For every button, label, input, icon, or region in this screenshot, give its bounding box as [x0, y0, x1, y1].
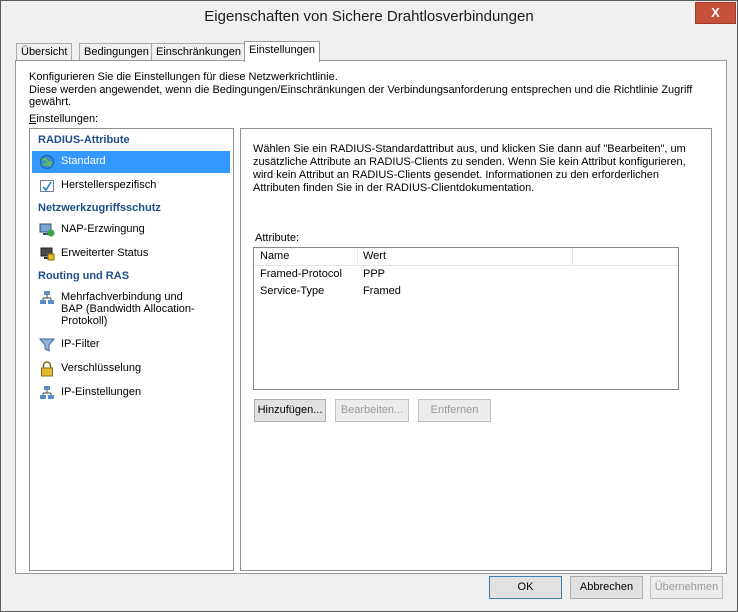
cell-value: Framed — [363, 285, 401, 297]
settings-item-mehrfachverbindung-bap[interactable]: Mehrfachverbindung und BAP (Bandwidth Al… — [32, 287, 230, 333]
group-radius-attribute: RADIUS-Attribute — [38, 134, 130, 146]
settings-item-ip-filter[interactable]: IP-Filter — [32, 334, 230, 356]
status-computer-icon — [39, 246, 55, 262]
cell-value: PPP — [363, 268, 386, 280]
settings-item-label: Herstellerspezifisch — [61, 179, 157, 191]
column-header-name[interactable]: Name — [260, 250, 289, 262]
network-icon — [39, 290, 55, 306]
settings-detail-panel: Wählen Sie ein RADIUS-Standardattribut a… — [240, 128, 712, 571]
filter-icon — [38, 337, 56, 353]
settings-item-erweiterter-status[interactable]: Erweiterter Status — [32, 243, 230, 265]
bap-label-line-2: BAP (Bandwidth Allocation- — [61, 303, 195, 315]
description-line-1: Konfigurieren Sie die Einstellungen für … — [29, 71, 338, 83]
column-header-wert[interactable]: Wert — [363, 250, 386, 262]
tab-einschraenkungen[interactable]: Einschränkungen — [151, 43, 247, 61]
table-row[interactable]: Service-Type Framed — [254, 283, 678, 300]
apply-button[interactable]: Übernehmen — [650, 576, 723, 599]
table-row[interactable]: Framed-Protocol PPP — [254, 266, 678, 283]
remove-button[interactable]: Entfernen — [418, 399, 491, 422]
cell-name: Framed-Protocol — [260, 268, 342, 280]
column-divider[interactable] — [572, 248, 573, 265]
tab-uebersicht[interactable]: Übersicht — [16, 43, 73, 61]
lock-icon — [39, 361, 55, 377]
network-icon — [39, 385, 55, 401]
settings-item-herstellerspezifisch[interactable]: Herstellerspezifisch — [32, 175, 230, 197]
window-title: Eigenschaften von Sichere Drahtlosverbin… — [204, 8, 534, 25]
dialog-window: Eigenschaften von Sichere Drahtlosverbin… — [0, 0, 738, 612]
nap-computer-icon — [39, 222, 55, 238]
settings-item-label: IP-Filter — [61, 338, 100, 350]
description-line-2: Diese werden angewendet, wenn die Beding… — [29, 84, 693, 108]
group-netzwerkzugriffsschutz: Netzwerkzugriffsschutz — [38, 202, 161, 214]
radius-description: Wählen Sie ein RADIUS-Standardattribut a… — [253, 143, 686, 194]
settings-item-nap-erzwingung[interactable]: NAP-Erzwingung — [32, 219, 230, 241]
title-bar[interactable]: Eigenschaften von Sichere Drahtlosverbin… — [1, 1, 737, 35]
attributes-list[interactable]: Name Wert Framed-Protocol PPP Service-Ty… — [253, 247, 679, 390]
cancel-button[interactable]: Abbrechen — [570, 576, 643, 599]
ok-button[interactable]: OK — [489, 576, 562, 599]
bap-label-line-3: Protokoll) — [61, 315, 108, 327]
attributes-label: Attribute: — [255, 232, 300, 244]
settings-item-ip-einstellungen[interactable]: IP-Einstellungen — [32, 382, 230, 404]
settings-label: Einstellungen: — [29, 113, 99, 125]
settings-item-standard[interactable]: Standard — [32, 151, 230, 173]
settings-item-label-multiline: Mehrfachverbindung und BAP (Bandwidth Al… — [61, 291, 195, 327]
tab-einstellungen[interactable]: Einstellungen — [244, 41, 321, 62]
settings-item-label: IP-Einstellungen — [61, 386, 142, 398]
column-divider[interactable] — [357, 248, 358, 265]
settings-item-verschluesselung[interactable]: Verschlüsselung — [32, 358, 230, 380]
settings-item-label: Standard — [61, 155, 106, 167]
settings-label-rest: instellungen: — [36, 113, 99, 125]
globe-icon — [39, 154, 55, 170]
list-header: Name Wert — [254, 248, 678, 266]
bap-label-line-1: Mehrfachverbindung und — [61, 291, 183, 303]
add-button[interactable]: Hinzufügen... — [254, 399, 326, 422]
settings-item-label: NAP-Erzwingung — [61, 223, 145, 235]
settings-item-label: Erweiterter Status — [61, 247, 149, 259]
cell-name: Service-Type — [260, 285, 325, 297]
edit-button[interactable]: Bearbeiten... — [335, 399, 409, 422]
settings-item-label: Verschlüsselung — [61, 362, 142, 374]
tab-bedingungen[interactable]: Bedingungen — [79, 43, 154, 61]
group-routing-und-ras: Routing und RAS — [38, 270, 130, 282]
settings-tree[interactable]: RADIUS-Attribute Standard Herstellerspez… — [29, 128, 234, 571]
tab-page-einstellungen: Konfigurieren Sie die Einstellungen für … — [15, 60, 727, 574]
checklist-icon — [39, 178, 55, 194]
close-button[interactable]: X — [695, 2, 736, 24]
